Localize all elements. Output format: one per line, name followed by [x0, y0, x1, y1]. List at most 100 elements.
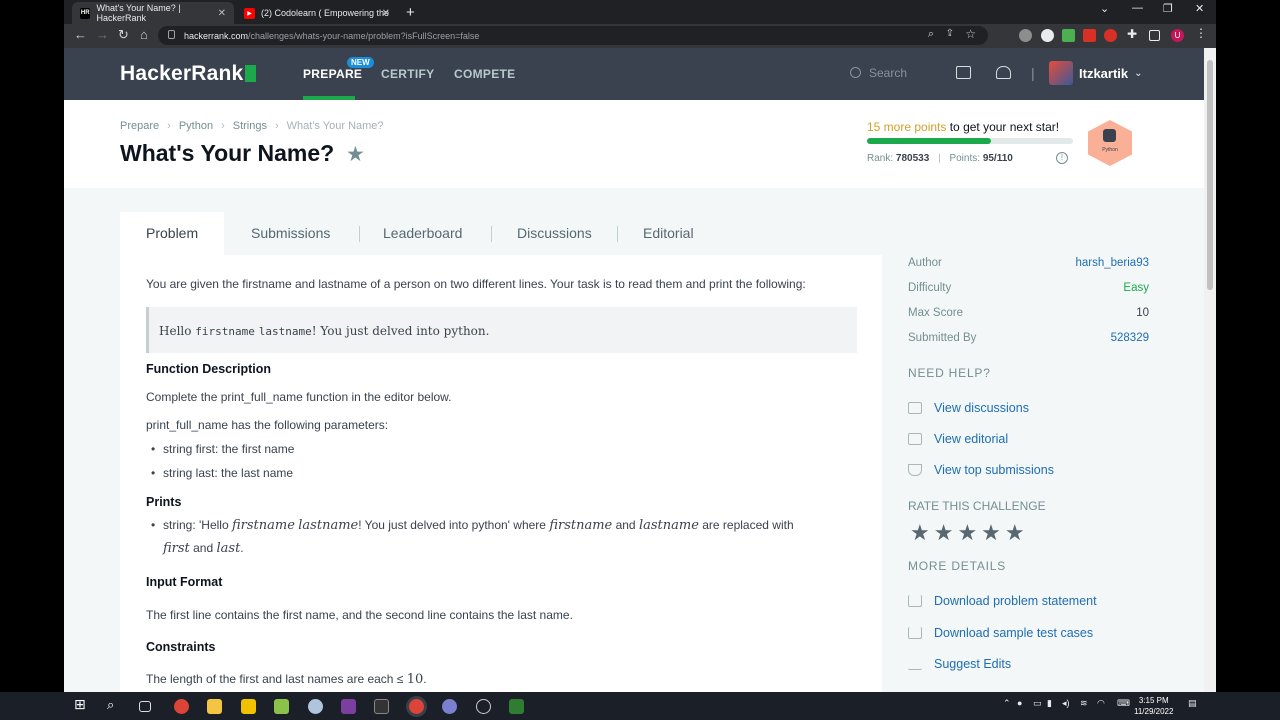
star-progress-bar: [867, 138, 1073, 144]
hackerrank-logo[interactable]: HackerRank: [120, 62, 257, 86]
task-view-icon[interactable]: [139, 701, 151, 712]
tab-submissions[interactable]: Submissions: [251, 212, 330, 255]
breadcrumb-strings[interactable]: Strings: [233, 120, 267, 132]
battery-icon[interactable]: ▮: [1047, 698, 1052, 709]
python-badge[interactable]: Python: [1088, 120, 1132, 166]
puzzle-icon[interactable]: ✚: [1127, 27, 1140, 41]
nav-prepare[interactable]: PREPARE: [303, 67, 362, 81]
extension-icon[interactable]: [1019, 29, 1032, 42]
extension-icon[interactable]: [1062, 29, 1075, 42]
rating-stars[interactable]: ★★★★★: [910, 520, 1029, 546]
view-discussions-link[interactable]: View discussions: [908, 401, 1029, 415]
system-clock[interactable]: 3:15 PM 11/29/2022: [1134, 695, 1173, 717]
address-bar[interactable]: hackerrank.com /challenges/whats-your-na…: [158, 26, 988, 45]
download-icon: [908, 627, 922, 639]
home-icon[interactable]: ⌂: [140, 27, 148, 42]
function-description-text: Complete the print_full_name function in…: [146, 390, 452, 404]
site-header: HackerRank PREPARE NEW CERTIFY COMPETE S…: [64, 48, 1204, 100]
avatar: [1049, 61, 1073, 85]
network-icon[interactable]: ◠: [1097, 698, 1105, 709]
maximize-icon[interactable]: ❐: [1163, 2, 1173, 15]
vim-icon[interactable]: [509, 699, 524, 714]
messages-icon[interactable]: [956, 66, 971, 79]
onenote-icon[interactable]: [341, 699, 356, 714]
tab-leaderboard[interactable]: Leaderboard: [383, 212, 462, 255]
language-icon[interactable]: ⌨: [1117, 698, 1130, 709]
notifications-icon[interactable]: [996, 66, 1011, 79]
breadcrumb-python[interactable]: Python: [179, 120, 213, 132]
author-link[interactable]: harsh_beria93: [1075, 257, 1149, 269]
suggest-edits-link[interactable]: Suggest Edits: [908, 657, 1011, 671]
terminal-icon[interactable]: [374, 699, 389, 714]
list-item: string first: the first name: [151, 442, 294, 456]
chrome-icon[interactable]: [174, 699, 189, 714]
trophy-icon: [908, 464, 922, 476]
submitted-by-link[interactable]: 528329: [1111, 332, 1149, 344]
view-editorial-link[interactable]: View editorial: [908, 432, 1008, 446]
app-icon[interactable]: [442, 699, 457, 714]
breadcrumb-prepare[interactable]: Prepare: [120, 120, 159, 132]
close-tab-icon[interactable]: ✕: [382, 8, 390, 19]
menu-icon[interactable]: ⋮: [1195, 26, 1208, 40]
zoom-icon[interactable]: ⌕: [928, 28, 934, 41]
download-icon: [908, 595, 922, 607]
tab-editorial[interactable]: Editorial: [643, 212, 694, 255]
back-icon[interactable]: ←: [74, 27, 87, 42]
download-test-cases-link[interactable]: Download sample test cases: [908, 626, 1093, 640]
tab-hackerrank[interactable]: HR What's Your Name? | HackerRank ✕: [72, 2, 234, 24]
hackerrank-favicon-icon: HR: [80, 7, 91, 19]
user-menu[interactable]: Itzkartik ⌄: [1049, 61, 1143, 85]
new-tab-icon[interactable]: +: [406, 4, 415, 21]
bookmark-icon[interactable]: ☆: [965, 27, 976, 41]
need-help-heading: NEED HELP?: [908, 366, 991, 380]
tab-discussions[interactable]: Discussions: [517, 212, 592, 255]
max-score-row: Max Score 10: [908, 307, 1149, 319]
breadcrumb: Prepare › Python › Strings › What's Your Name?: [120, 120, 384, 132]
notifications-icon[interactable]: ▤: [1188, 698, 1197, 709]
page-scrollbar[interactable]: [1204, 48, 1216, 692]
obs-icon[interactable]: [476, 699, 491, 714]
download-problem-statement-link[interactable]: Download problem statement: [908, 594, 1097, 608]
youtube-favicon-icon: ▶: [244, 7, 255, 19]
extension-icon[interactable]: [1041, 29, 1054, 42]
author-row: Author harsh_beria93: [908, 257, 1149, 269]
bookmark-star-icon[interactable]: ★: [346, 142, 365, 167]
app-icon[interactable]: [308, 699, 323, 714]
nav-certify[interactable]: CERTIFY: [381, 67, 434, 81]
output-example: Hello firstname lastname! You just delve…: [146, 307, 857, 353]
view-top-submissions-link[interactable]: View top submissions: [908, 463, 1054, 477]
windows-start-icon[interactable]: ⊞: [74, 696, 89, 712]
forward-icon[interactable]: →: [96, 27, 109, 42]
reload-icon[interactable]: ↻: [118, 27, 129, 43]
minimize-icon[interactable]: —: [1132, 2, 1143, 14]
search-box[interactable]: Search: [850, 66, 907, 80]
wifi-icon[interactable]: ≋: [1080, 698, 1088, 709]
nav-compete[interactable]: COMPETE: [454, 67, 515, 81]
discussions-icon: [908, 402, 922, 414]
search-icon[interactable]: ⌕: [107, 697, 122, 712]
notepad-icon[interactable]: [274, 699, 289, 714]
sticky-notes-icon[interactable]: [241, 699, 256, 714]
challenge-tabs: Problem Submissions Leaderboard Discussi…: [120, 212, 882, 255]
volume-icon[interactable]: ◂): [1062, 698, 1070, 709]
chrome-active-icon[interactable]: [409, 699, 424, 714]
display-icon[interactable]: ▭: [1033, 698, 1042, 709]
tab-youtube[interactable]: ▶ (2) Codolearn ( Empowering the ✕: [236, 2, 398, 24]
profile-avatar[interactable]: U: [1171, 29, 1184, 42]
sidepanel-icon[interactable]: [1149, 30, 1160, 41]
tab-problem[interactable]: Problem: [120, 212, 225, 255]
extension-icon[interactable]: [1104, 29, 1117, 42]
tray-chevron-icon[interactable]: ⌃: [1003, 698, 1011, 709]
info-icon[interactable]: !: [1056, 152, 1068, 164]
rate-heading: RATE THIS CHALLENGE: [908, 499, 1046, 513]
input-format-text: The first line contains the first name, …: [146, 608, 573, 622]
extension-icon[interactable]: [1083, 29, 1096, 42]
tab-search-icon[interactable]: ⌄: [1100, 2, 1109, 15]
microphone-icon[interactable]: ●: [1017, 698, 1022, 708]
close-tab-icon[interactable]: ✕: [218, 8, 226, 19]
file-explorer-icon[interactable]: [207, 699, 222, 714]
share-icon[interactable]: ⇪: [946, 28, 954, 39]
book-icon: [908, 433, 922, 445]
challenge-header: Prepare › Python › Strings › What's Your Name?…: [64, 100, 1204, 188]
window-close-icon[interactable]: ✕: [1195, 2, 1204, 15]
